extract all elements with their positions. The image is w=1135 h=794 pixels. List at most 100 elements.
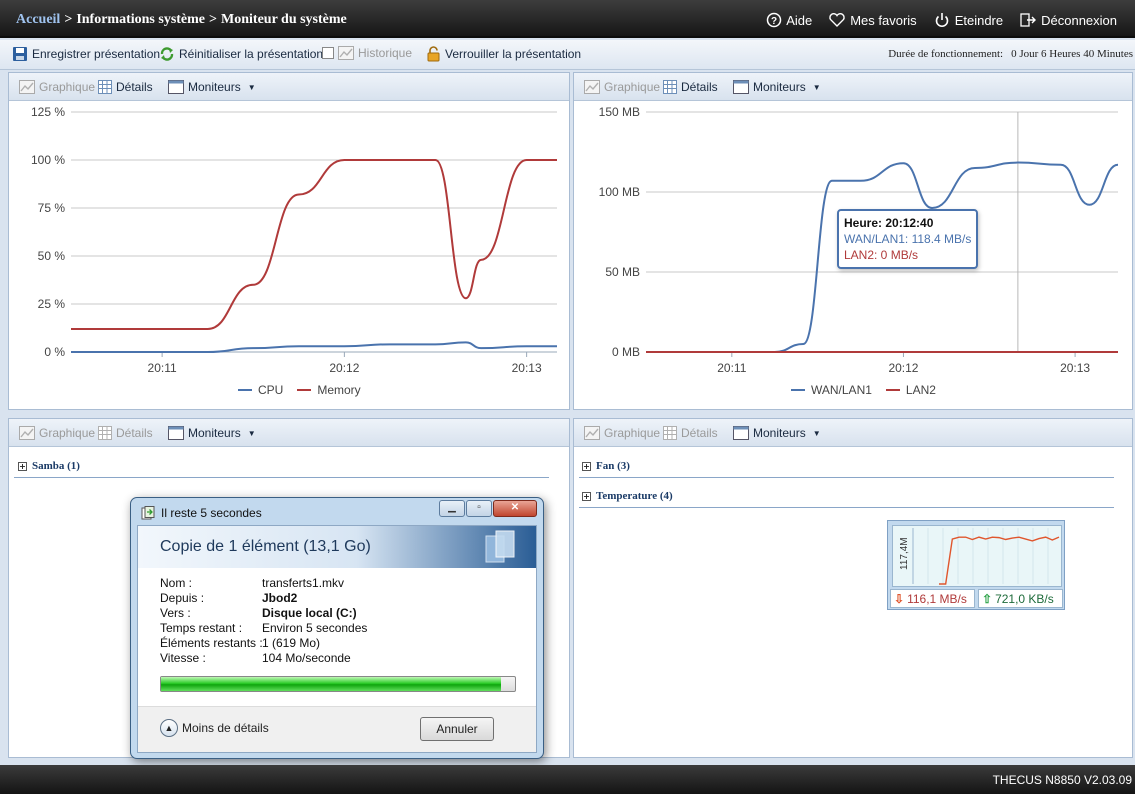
history-checkbox[interactable]	[322, 47, 334, 59]
reset-layout-label: Réinitialiser la présentation	[179, 47, 324, 61]
detail-value: Environ 5 secondes	[262, 621, 368, 635]
favorites-menu[interactable]: Mes favoris	[828, 12, 917, 28]
legend-label: WAN/LAN1	[811, 383, 872, 397]
help-link[interactable]: ? Aide	[766, 12, 812, 28]
graph-view-button[interactable]: Graphique	[584, 426, 660, 440]
expand-icon: +	[18, 461, 27, 471]
details-view-button[interactable]: Détails	[98, 80, 153, 94]
dialog-titlebar[interactable]: Il reste 5 secondes	[141, 506, 262, 520]
dialog-content: Copie de 1 élément (13,1 Go) Nom : transf…	[137, 525, 537, 753]
section-divider	[579, 507, 1114, 508]
y-tick-label: 50 MB	[605, 265, 640, 279]
fan-section-toggle[interactable]: + Fan (3)	[582, 460, 630, 472]
details-view-button[interactable]: Détails	[663, 80, 718, 94]
dialog-heading: Copie de 1 élément (13,1 Go)	[160, 538, 371, 555]
copy-icon	[141, 506, 155, 520]
network-meter-widget[interactable]: 117,4M ⇩ 116,1 MB/s ⇧ 721,0 KB/s	[887, 520, 1065, 610]
close-button[interactable]: ✕	[493, 500, 537, 517]
arrow-up-icon: ⇧	[982, 591, 993, 606]
arrow-down-icon: ⇩	[894, 591, 905, 606]
detail-key: Éléments restants :	[160, 636, 263, 650]
lock-icon	[427, 46, 440, 62]
save-layout-button[interactable]: Enregistrer présentation	[12, 46, 160, 62]
chart-legend: CPU Memory	[238, 383, 361, 397]
meter-chart-area: 117,4M	[892, 525, 1062, 587]
expand-icon: +	[582, 461, 591, 471]
detail-row: Éléments restants :1 (619 Mo)	[160, 636, 367, 651]
monitors-menu[interactable]: Moniteurs ▼	[168, 426, 256, 440]
legend-swatch	[885, 389, 900, 391]
legend-label: Memory	[317, 383, 361, 397]
detail-value: 1 (619 Mo)	[262, 636, 321, 650]
window-icon	[168, 80, 184, 94]
y-tick-label: 100 %	[31, 153, 65, 167]
window-icon	[168, 426, 184, 440]
monitors-menu[interactable]: Moniteurs ▼	[168, 80, 256, 94]
temperature-section-toggle[interactable]: + Temperature (4)	[582, 490, 673, 502]
download-rate: ⇩ 116,1 MB/s	[890, 589, 975, 608]
minimize-button[interactable]: ▁	[439, 500, 465, 517]
graph-view-label: Graphique	[604, 80, 661, 94]
detail-row: Depuis : Jbod2	[160, 591, 367, 606]
chart-icon	[19, 426, 35, 440]
chart-tooltip: Heure: 20:12:40 WAN/LAN1: 118.4 MB/s LAN…	[837, 209, 979, 269]
upload-rate: ⇧ 721,0 KB/s	[978, 589, 1063, 608]
dialog-title: Il reste 5 secondes	[161, 506, 262, 520]
refresh-icon	[160, 47, 174, 61]
graph-view-button[interactable]: Graphique	[584, 80, 660, 94]
breadcrumb-home[interactable]: Accueil	[16, 12, 60, 27]
breadcrumb: Accueil > Informations système > Moniteur du…	[16, 12, 347, 28]
breadcrumb-separator: >	[64, 12, 73, 27]
copy-progress-bar	[160, 676, 516, 692]
temperature-section-label: Temperature (4)	[596, 490, 673, 502]
details-view-button[interactable]: Détails	[98, 426, 153, 440]
help-icon: ?	[766, 12, 782, 28]
upload-value: 721,0 KB/s	[995, 591, 1054, 606]
breadcrumb-separator: >	[209, 12, 218, 27]
copy-dialog: Il reste 5 secondes ▁ ▫ ✕ Copie de 1 élé…	[130, 497, 544, 759]
legend-wan[interactable]: WAN/LAN1	[791, 383, 872, 397]
chart-icon	[584, 426, 600, 440]
legend-memory[interactable]: Memory	[297, 383, 361, 397]
monitors-menu[interactable]: Moniteurs ▼	[733, 80, 821, 94]
cancel-button[interactable]: Annuler	[420, 717, 494, 741]
history-toggle[interactable]: Historique	[322, 46, 412, 60]
chart-icon	[19, 80, 35, 94]
reset-layout-button[interactable]: Réinitialiser la présentation	[159, 46, 323, 62]
logout-link[interactable]: Déconnexion	[1019, 12, 1117, 28]
maximize-button[interactable]: ▫	[466, 500, 492, 517]
tooltip-wan: WAN/LAN1: 118.4 MB/s	[844, 232, 972, 246]
top-nav: ? Aide Mes favoris Eteindre Déconnexion	[766, 12, 1117, 28]
dialog-footer: ▲ Moins de détails Annuler	[138, 706, 536, 752]
details-view-button[interactable]: Détails	[663, 426, 718, 440]
lock-layout-button[interactable]: Verrouiller la présentation	[426, 46, 581, 62]
shutdown-menu[interactable]: Eteindre	[933, 12, 1003, 28]
monitors-menu[interactable]: Moniteurs ▼	[733, 426, 821, 440]
meter-line	[939, 536, 1060, 585]
legend-lan2[interactable]: LAN2	[885, 383, 936, 397]
chevron-up-icon[interactable]: ▲	[160, 719, 178, 737]
detail-row: Nom : transferts1.mkv	[160, 576, 367, 591]
detail-value: 104 Mo/seconde	[262, 651, 351, 665]
panel-header: Graphique Détails Moniteurs ▼	[9, 419, 569, 447]
legend-swatch	[238, 389, 252, 391]
cpu-memory-chart: 0 % 25 % 50 % 75 % 100 % 125 % 20:11 20:12 20:13	[31, 105, 558, 375]
chevron-down-icon: ▼	[812, 82, 821, 92]
table-icon	[98, 80, 112, 94]
less-details-toggle[interactable]: ▲ Moins de détails	[160, 719, 269, 737]
window-controls: ▁ ▫ ✕	[439, 500, 537, 517]
uptime-label: Durée de fonctionnement:	[888, 48, 1004, 60]
svg-text:?: ?	[771, 16, 777, 27]
detail-key: Depuis :	[160, 591, 205, 605]
graph-view-label: Graphique	[39, 80, 96, 94]
breadcrumb-system-info[interactable]: Informations système	[76, 12, 205, 27]
panel-body: 0 % 25 % 50 % 75 % 100 % 125 % 20:11 20:12 20:13…	[13, 103, 565, 405]
y-tick-label: 25 %	[38, 297, 66, 311]
graph-view-button[interactable]: Graphique	[19, 80, 95, 94]
legend-cpu[interactable]: CPU	[238, 383, 283, 397]
history-label: Historique	[358, 46, 413, 60]
graph-view-button[interactable]: Graphique	[19, 426, 95, 440]
samba-section-toggle[interactable]: + Samba (1)	[18, 460, 80, 472]
detail-row: Vitesse : 104 Mo/seconde	[160, 651, 367, 666]
footer-bar: THECUS N8850 V2.03.09	[0, 765, 1135, 794]
